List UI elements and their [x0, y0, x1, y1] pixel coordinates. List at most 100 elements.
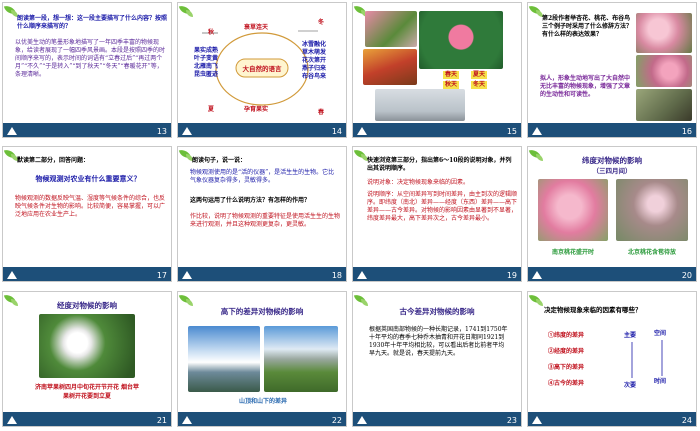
- slide-thumbnail-23[interactable]: 古今差异对物候的影响 根据英国南部物候的一种长期记录，1741到1750年十年平…: [352, 291, 522, 427]
- season-label-autumn: 秋: [208, 29, 215, 36]
- slide-footer: 22: [178, 412, 346, 426]
- leaf-icon: [361, 299, 368, 306]
- slide-answer: 物候观测的数据反映气温、湿度等气候条件的综合，也反映气候条件对生物的影响。比较简…: [15, 195, 166, 218]
- photo-apricot-blossom: [636, 13, 692, 53]
- slide-number: 13: [156, 127, 167, 136]
- slide-footer: 17: [3, 267, 171, 281]
- slide-number: 21: [156, 416, 167, 425]
- slide-sorter-grid: 朗读第一段，想一想：这一段主要描写了什么内容？按照什么顺序来描写的？ 以优美生动…: [0, 0, 700, 431]
- slide-number: 24: [681, 416, 692, 425]
- slide-thumbnail-20[interactable]: 纬度对物候的影响 （三四月间） 南京桃花盛开时 北京桃花含苞待放 20: [527, 146, 697, 282]
- leaf-icon: [186, 299, 193, 306]
- slide-footer: 14: [178, 123, 346, 137]
- photo-mountain-valley: [264, 326, 338, 392]
- slide-answer-order: 说明顺序：从空间差异写到时间差异，由主到次的逻辑顺序。即纬度（南北）差异——经度…: [367, 191, 518, 222]
- slide-subtitle: （三四月间）: [592, 167, 632, 175]
- up-arrow-icon: [357, 127, 367, 135]
- slide-number: 19: [506, 271, 517, 280]
- slide-footer: 16: [528, 123, 696, 137]
- slide-thumbnail-18[interactable]: 朗读句子，说一说： 物候观测使用的是“活的仪器”，是活生生的生物。它比气象仪器复…: [177, 146, 347, 282]
- label-space: 空间: [654, 330, 667, 337]
- slide-thumbnail-14[interactable]: 秋 冬 夏 春 衰草连天 孕育果实 大自然的语言 果实成熟 叶子变黄 北雁南飞 …: [177, 2, 347, 138]
- up-arrow-icon: [182, 416, 192, 424]
- diagram-right-list: 冰雪融化 草木萌发 花次第开 燕子归来 布谷鸟来: [302, 41, 327, 80]
- season-caption-summer: 夏天: [471, 71, 488, 79]
- diagram-bottom-label: 孕育果实: [244, 106, 269, 113]
- slide-number: 18: [331, 271, 342, 280]
- photo-caption: 山顶和山下的差异: [238, 398, 287, 405]
- photo-winter-birds: [375, 89, 465, 121]
- up-arrow-icon: [532, 271, 542, 279]
- slide-number: 22: [331, 416, 342, 425]
- diagram-left-list: 果实成熟 叶子变黄 北雁南飞 昆虫匿迹: [194, 47, 219, 78]
- up-arrow-icon: [7, 271, 17, 279]
- factor-bracket-diagram: [631, 340, 663, 378]
- slide-answer-object: 说明对象：决定物候现象来临的因素。: [367, 179, 470, 186]
- slide-thumbnail-21[interactable]: 经度对物候的影响 济南苹果树四月中旬花开节开花 烟台苹果树开花要到立夏 21: [2, 291, 172, 427]
- photo-nanjing-peach: [538, 179, 608, 241]
- slide-thumbnail-19[interactable]: 快速浏览第三部分，指出第6～10段的说明对象，并列出其说明顺序。 说明对象：决定…: [352, 146, 522, 282]
- season-label-winter: 冬: [318, 19, 325, 26]
- slide-question: 快速浏览第三部分，指出第6～10段的说明对象，并列出其说明顺序。: [367, 157, 512, 172]
- up-arrow-icon: [357, 416, 367, 424]
- slide-number: 17: [156, 271, 167, 280]
- photo-caption-beijing: 北京桃花含苞待放: [627, 249, 676, 256]
- photo-spring-flowers: [365, 11, 417, 47]
- slide-subquestion: 物候观测对农业有什么重要意义？: [35, 174, 141, 183]
- diagram-center-label: 大自然的语言: [242, 65, 282, 73]
- up-arrow-icon: [357, 271, 367, 279]
- photo-lotus: [419, 11, 503, 69]
- slide-number: 16: [681, 127, 692, 136]
- up-arrow-icon: [182, 127, 192, 135]
- slide-title: 高下的差异对物候的影响: [220, 307, 304, 316]
- up-arrow-icon: [7, 127, 17, 135]
- slide-question: 朗读句子，说一说：: [192, 157, 247, 164]
- slide-footer: 15: [353, 123, 521, 137]
- diagram-top-label: 衰草连天: [244, 24, 269, 31]
- slide-footer: 20: [528, 267, 696, 281]
- season-caption-winter: 冬天: [471, 81, 488, 89]
- slide-footer: 24: [528, 412, 696, 426]
- slide-number: 15: [506, 127, 517, 136]
- season-label-spring: 春: [318, 109, 325, 116]
- up-arrow-icon: [532, 127, 542, 135]
- slide-quote: 物候观测使用的是“活的仪器”，是活生生的生物。它比气象仪器复杂得多，灵敏得多。: [190, 169, 335, 184]
- up-arrow-icon: [7, 416, 17, 424]
- slide-answer: 拟人，形象生动地写出了大自然中无比丰富的物候现象，增强了文章的生动性和可读性。: [540, 75, 631, 98]
- slide-thumbnail-15[interactable]: 春天 夏天 秋天 冬天 15: [352, 2, 522, 138]
- slide-footer: 23: [353, 412, 521, 426]
- slide-answer: 以优美生动的笔墨形象地描写了一年四季丰富的物候现象，给读者展现了一幅四季风景画。…: [15, 39, 166, 78]
- up-arrow-icon: [182, 271, 192, 279]
- slide-footer: 18: [178, 267, 346, 281]
- slide-footer: 19: [353, 267, 521, 281]
- slide-footer: 21: [3, 412, 171, 426]
- slide-title: 古今差异对物候的影响: [399, 307, 475, 316]
- label-secondary: 次要: [624, 382, 637, 389]
- slide-number: 23: [506, 416, 517, 425]
- slide-footer: 13: [3, 123, 171, 137]
- photo-caption-nanjing: 南京桃花盛开时: [551, 249, 594, 256]
- label-main: 主要: [624, 332, 637, 339]
- slide-thumbnail-17[interactable]: 默读第二部分，回答问题： 物候观测对农业有什么重要意义？ 物候观测的数据反映气温…: [2, 146, 172, 282]
- slide-thumbnail-24[interactable]: 决定物候现象来临的因素有哪些？ ①纬度的差异 ②经度的差异 ③高下的差异 ④古今…: [527, 291, 697, 427]
- slide-title: 经度对物候的影响: [57, 301, 117, 310]
- slide-number: 14: [331, 127, 342, 136]
- photo-peach-blossom: [636, 55, 692, 87]
- slide-thumbnail-13[interactable]: 朗读第一段，想一想：这一段主要描写了什么内容？按照什么顺序来描写的？ 以优美生动…: [2, 2, 172, 138]
- season-caption-autumn: 秋天: [443, 81, 460, 89]
- slide-question: 第2段作者举杏花、桃花、布谷鸟三个例子时采用了什么修辞方法？有什么样的表达效果？: [542, 15, 633, 38]
- photo-snow-mountain: [188, 326, 260, 392]
- slide-number: 20: [681, 271, 692, 280]
- slide-answer: 作比较，说明了物候观测的重要特征是使用活生生的生物来进行观测，并且这种观测更复杂…: [190, 213, 341, 228]
- photo-caption: 济南苹果树四月中旬花开节开花 烟台苹果树开花要到立夏: [34, 384, 140, 400]
- photo-apple-blossom: [39, 314, 135, 378]
- label-time: 时间: [654, 378, 667, 385]
- photo-cuckoo-bird: [636, 89, 692, 121]
- slide-thumbnail-22[interactable]: 高下的差异对物候的影响 山顶和山下的差异 22: [177, 291, 347, 427]
- slide-body: 根据英国南部物候的一种长期记录，1741到1750年十年平均的春季七种乔木抽青和…: [369, 326, 508, 357]
- slide-thumbnail-16[interactable]: 第2段作者举杏花、桃花、布谷鸟三个例子时采用了什么修辞方法？有什么样的表达效果？…: [527, 2, 697, 138]
- photo-beijing-peach: [616, 179, 688, 241]
- season-label-summer: 夏: [208, 106, 215, 113]
- photo-autumn-trees: [363, 49, 417, 85]
- slide-question: 默读第二部分，回答问题：: [17, 157, 90, 164]
